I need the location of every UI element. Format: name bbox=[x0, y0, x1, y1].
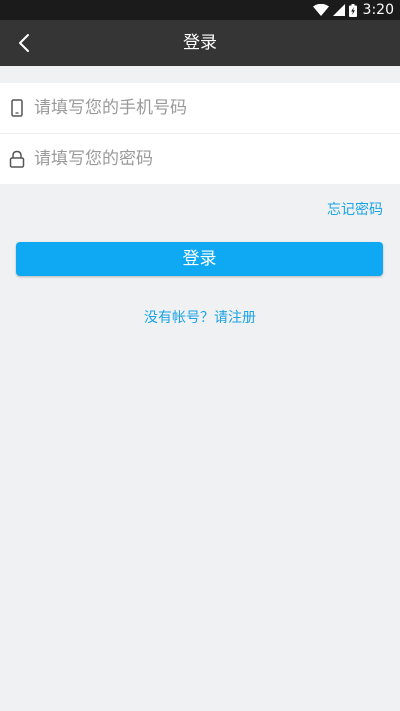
battery-icon bbox=[348, 3, 357, 17]
page-title: 登录 bbox=[183, 33, 217, 53]
lock-icon bbox=[0, 150, 34, 168]
app-bar: 登录 bbox=[0, 20, 400, 66]
password-row bbox=[0, 133, 400, 184]
password-input[interactable] bbox=[34, 135, 400, 183]
login-form bbox=[0, 83, 400, 184]
phone-row bbox=[0, 83, 400, 133]
phone-icon bbox=[0, 99, 34, 117]
login-button[interactable]: 登录 bbox=[16, 242, 383, 276]
wifi-icon bbox=[312, 4, 329, 16]
status-icons: 3:20 bbox=[312, 0, 394, 20]
phone-input[interactable] bbox=[34, 84, 400, 132]
status-bar: 3:20 bbox=[0, 0, 400, 20]
status-time: 3:20 bbox=[362, 2, 394, 18]
cell-signal-icon bbox=[332, 4, 345, 16]
forgot-password-link[interactable]: 忘记密码 bbox=[327, 200, 383, 220]
register-link[interactable]: 没有帐号？请注册 bbox=[0, 308, 400, 328]
